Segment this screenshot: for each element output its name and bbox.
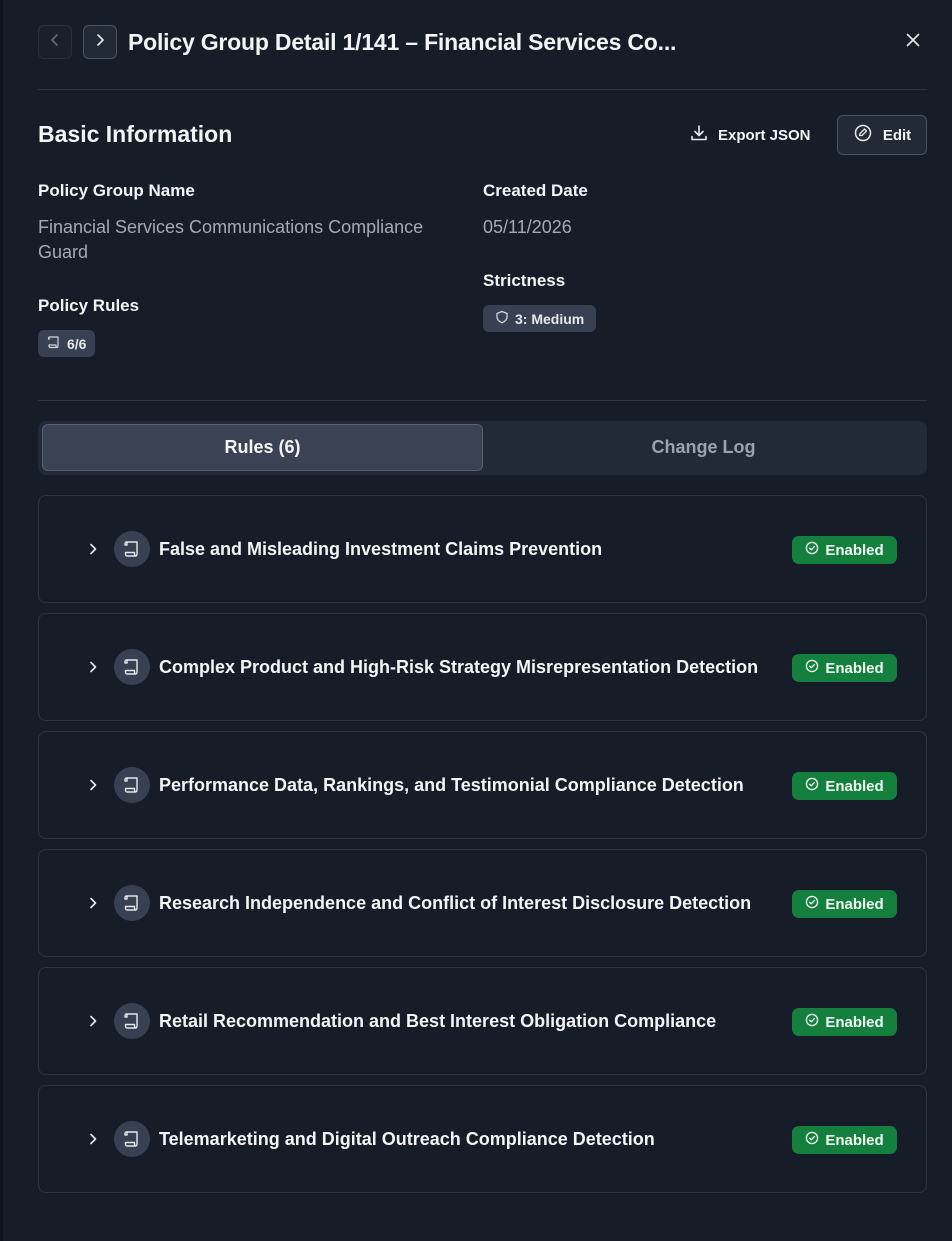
close-icon [905,32,921,53]
tab-rules[interactable]: Rules (6) [42,424,483,471]
strictness-label: Strictness [483,271,566,290]
created-date-value: 05/11/2026 [483,217,572,237]
rule-name: Performance Data, Rankings, and Testimon… [159,775,744,795]
status-label: Enabled [825,541,884,559]
policy-rules-count: 6/6 [67,335,87,352]
rule-row[interactable]: Research Independence and Conflict of In… [38,849,927,957]
status-badge: Enabled [792,1126,897,1154]
rule-row[interactable]: Performance Data, Rankings, and Testimon… [38,731,927,839]
rule-row[interactable]: Telemarketing and Digital Outreach Compl… [38,1085,927,1193]
chevron-right-icon[interactable] [83,539,103,559]
detail-header: Policy Group Detail 1/141 – Financial Se… [38,24,927,60]
download-icon [689,123,709,147]
header-divider [38,89,927,90]
status-badge: Enabled [792,890,897,918]
chevron-right-icon[interactable] [83,775,103,795]
edit-icon [853,123,873,147]
rule-name: Complex Product and High-Risk Strategy M… [159,657,759,677]
scroll-icon [114,531,150,567]
chevron-right-icon [92,32,108,53]
policy-group-name-label: Policy Group Name [38,181,195,200]
rule-name: Research Independence and Conflict of In… [159,893,752,913]
status-label: Enabled [825,1131,884,1149]
status-badge: Enabled [792,654,897,682]
export-json-label: Export JSON [718,126,811,144]
edit-button[interactable]: Edit [837,115,927,155]
scroll-icon [114,767,150,803]
scroll-icon [114,649,150,685]
chevron-left-icon [47,32,63,53]
strictness-value: 3: Medium [515,310,585,327]
policy-rules-count-badge: 6/6 [38,330,96,357]
scroll-icon [47,335,61,352]
rule-name: Retail Recommendation and Best Interest … [159,1011,717,1031]
chevron-right-icon[interactable] [83,893,103,913]
strictness-badge: 3: Medium [483,305,597,332]
policy-group-name-value: Financial Services Communications Compli… [38,217,424,262]
close-button[interactable] [899,28,927,56]
rule-name: False and Misleading Investment Claims P… [159,539,603,559]
status-label: Enabled [825,895,884,913]
scroll-icon [114,885,150,921]
check-circle-icon [805,895,819,913]
status-badge: Enabled [792,1008,897,1036]
basic-information-heading: Basic Information [38,121,233,147]
status-badge: Enabled [792,772,897,800]
rule-row[interactable]: Complex Product and High-Risk Strategy M… [38,613,927,721]
section-divider [38,400,927,401]
check-circle-icon [805,541,819,559]
check-circle-icon [805,659,819,677]
policy-group-detail-panel: Policy Group Detail 1/141 – Financial Se… [3,0,952,1241]
page-title: Policy Group Detail 1/141 – Financial Se… [128,28,677,55]
rule-name: Telemarketing and Digital Outreach Compl… [159,1129,655,1149]
edit-label: Edit [882,126,912,144]
chevron-right-icon[interactable] [83,657,103,677]
rule-row[interactable]: Retail Recommendation and Best Interest … [38,967,927,1075]
status-label: Enabled [825,1013,884,1031]
tab-change-log[interactable]: Change Log [483,424,924,471]
check-circle-icon [805,777,819,795]
status-label: Enabled [825,659,884,677]
previous-button[interactable] [38,25,72,59]
status-badge: Enabled [792,536,897,564]
created-date-label: Created Date [483,181,588,200]
scroll-icon [114,1003,150,1039]
rule-row[interactable]: False and Misleading Investment Claims P… [38,495,927,603]
check-circle-icon [805,1013,819,1031]
status-label: Enabled [825,777,884,795]
chevron-right-icon[interactable] [83,1129,103,1149]
export-json-button[interactable]: Export JSON [689,121,811,149]
check-circle-icon [805,1131,819,1149]
scroll-icon [114,1121,150,1157]
tab-bar: Rules (6) Change Log [38,421,927,475]
chevron-right-icon[interactable] [83,1011,103,1031]
next-button[interactable] [83,25,117,59]
shield-icon [495,310,509,327]
policy-rules-label: Policy Rules [38,296,140,315]
